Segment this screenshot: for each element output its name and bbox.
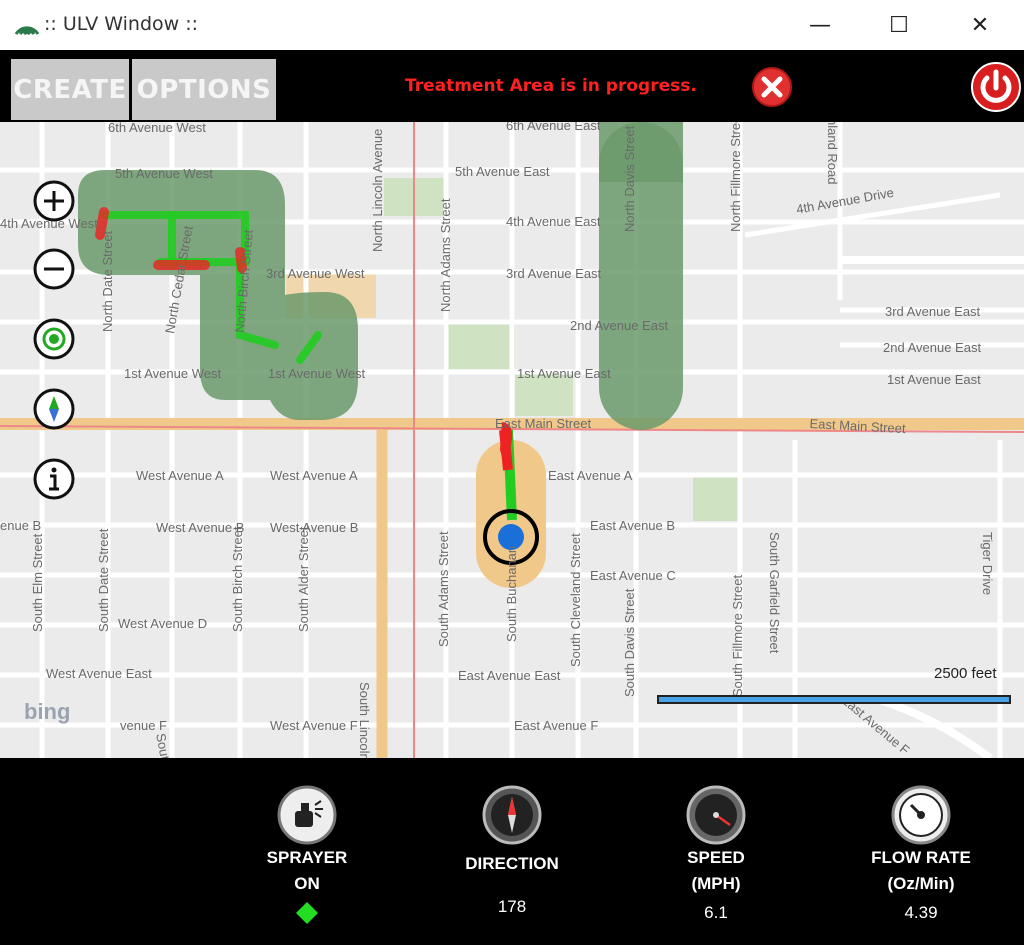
street-label: South Fillmore Street — [730, 574, 745, 697]
sprayer-on-indicator — [296, 902, 318, 924]
maximize-button[interactable]: ☐ — [869, 0, 929, 50]
street-label: 3rd Avenue East — [506, 266, 602, 281]
street-label: East Avenue F — [514, 718, 599, 733]
street-label: West Avenue F — [270, 718, 358, 733]
street-label: 1st Avenue West — [268, 366, 366, 381]
street-label: South Adams Street — [436, 531, 451, 647]
info-icon[interactable] — [33, 458, 75, 500]
compass-icon[interactable] — [33, 388, 75, 430]
speed-unit-label: (MPH) — [691, 874, 741, 893]
street-label: South Date Street — [96, 528, 111, 632]
street-label: West Avenue A — [270, 468, 358, 483]
street-label: West Avenue B — [270, 520, 359, 535]
street-label: West Avenue D — [118, 616, 208, 631]
street-label: North Adams Street — [438, 198, 453, 312]
street-label: 5th Avenue West — [115, 166, 213, 181]
street-label: South Buchanan — [504, 545, 519, 642]
park-area — [443, 324, 515, 369]
compass-dial-icon — [482, 785, 542, 845]
street-label: 1st Avenue East — [517, 366, 611, 381]
speed-value: 6.1 — [704, 903, 728, 922]
direction-gauge: DIRECTION 178 — [450, 785, 574, 917]
close-button[interactable]: ✕ — [950, 0, 1010, 50]
cancel-icon[interactable] — [751, 66, 793, 108]
street-label: East Avenue A — [548, 468, 633, 483]
title-bar: :: ULV Window :: — ☐ ✕ — [0, 0, 1024, 51]
street-label: West Avenue East — [46, 666, 152, 681]
gps-satellite: Satellite: 12 — [23, 910, 118, 929]
map-view[interactable]: 6th Avenue West 5th Avenue West 4th Avenue… — [0, 122, 1024, 758]
street-label: 3rd Avenue West — [266, 266, 365, 281]
flow-rate-gauge: FLOW RATE (Oz/Min) 4.39 — [856, 785, 986, 923]
street-label: 2nd Avenue East — [570, 318, 669, 333]
street-label: South Birch Street — [230, 526, 245, 633]
street-label: North Fillmore Street — [728, 122, 743, 232]
gps-title: GPS Location — [23, 790, 155, 812]
street-label: South Davis Street — [622, 588, 637, 697]
sprayer-label: SPRAYER — [266, 848, 348, 867]
street-label: South Garfield Street — [767, 532, 782, 654]
flow-rate-value: 4.39 — [904, 903, 938, 922]
gps-long: Long: 42.72192 — [23, 850, 146, 869]
direction-value: 178 — [497, 897, 527, 916]
zoom-out-icon[interactable] — [33, 248, 75, 290]
gps-lat: Lat: -114.515001 — [23, 820, 154, 839]
create-button[interactable]: CREATE — [11, 59, 129, 120]
sprayer-state-label: ON — [294, 874, 320, 893]
street-label: Tiger Drive — [980, 532, 995, 596]
locate-icon[interactable] — [33, 318, 75, 360]
street-label: 6th Avenue East — [506, 122, 601, 133]
scale-bar — [657, 695, 1011, 704]
speedometer-icon — [686, 785, 746, 845]
direction-label: DIRECTION — [465, 854, 559, 873]
speed-label: SPEED — [687, 848, 745, 867]
window-title: :: ULV Window :: — [44, 13, 199, 35]
street-label: East Avenue East — [458, 668, 561, 683]
minimize-button[interactable]: — — [790, 0, 850, 50]
app-wifi-icon — [14, 26, 40, 36]
street-label: 1st Avenue East — [887, 372, 981, 387]
sprayer-gauge: SPRAYER ON — [252, 785, 362, 930]
street-label: North Lincoln Avenue — [370, 128, 385, 252]
flow-rate-label: FLOW RATE — [871, 848, 971, 867]
street-label: 2nd Avenue East — [883, 340, 982, 355]
street-label: East Main Street — [495, 416, 592, 431]
street-label: East Avenue B — [590, 518, 676, 533]
street-label: 3rd Avenue East — [885, 304, 981, 319]
street-label: 5th Avenue East — [455, 164, 550, 179]
zoom-in-icon[interactable] — [33, 180, 75, 222]
street-label: South Lincoln Avenue — [357, 682, 372, 758]
street-label: hland Road — [825, 122, 840, 185]
street-label: South Cleveland Street — [568, 533, 583, 667]
scale-label: 2500 feet — [934, 665, 997, 682]
street-label: 6th Avenue West — [108, 122, 206, 135]
street-label: North Davis Street — [622, 125, 637, 232]
gps-quality: Quality: Ideal — [23, 880, 130, 899]
status-message: Treatment Area is in progress. — [405, 76, 697, 96]
options-button[interactable]: OPTIONS — [132, 59, 276, 120]
power-icon[interactable] — [970, 61, 1022, 113]
flow-rate-unit-label: (Oz/Min) — [887, 874, 955, 893]
gps-panel: GPS Location Lat: -114.515001 Long: 42.7… — [23, 790, 154, 940]
flow-rate-icon — [891, 785, 951, 845]
street-label: North Date Street — [100, 230, 115, 332]
street-label: 4th Avenue East — [506, 214, 601, 229]
park-area — [693, 475, 739, 521]
street-label: West Avenue A — [136, 468, 224, 483]
street-label: venue F — [120, 718, 167, 733]
street-label: South Alder Street — [296, 526, 311, 632]
street-label: 1st Avenue West — [124, 366, 222, 381]
street-label: enue B — [0, 518, 42, 533]
speed-gauge: SPEED (MPH) 6.1 — [666, 785, 766, 923]
sprayer-icon — [277, 785, 337, 845]
street-label: South Elm Street — [30, 533, 45, 632]
bing-logo: bing — [24, 699, 71, 724]
street-label: East Avenue C — [590, 568, 676, 583]
